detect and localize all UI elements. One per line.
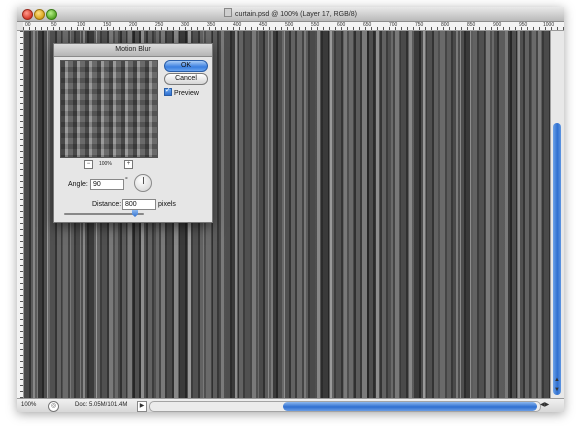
zoom-level-field[interactable]: 100% bbox=[21, 402, 36, 409]
angle-dial-icon[interactable] bbox=[134, 174, 152, 192]
ruler-label: 600 bbox=[337, 22, 346, 28]
distance-slider-thumb[interactable] bbox=[132, 210, 138, 217]
ruler-label: 150 bbox=[103, 22, 112, 28]
degree-symbol: ° bbox=[125, 177, 128, 184]
scroll-left-right-icon[interactable]: ◀▶ bbox=[540, 401, 549, 410]
preview-checkbox-label: Preview bbox=[174, 90, 199, 97]
ruler-label: 50 bbox=[51, 22, 57, 28]
ruler-label: 850 bbox=[467, 22, 476, 28]
ruler-label: 350 bbox=[207, 22, 216, 28]
filter-preview-image[interactable] bbox=[60, 60, 158, 158]
ruler-label: 750 bbox=[415, 22, 424, 28]
document-icon bbox=[224, 8, 233, 17]
ruler-label: 550 bbox=[311, 22, 320, 28]
preview-zoom-percent: 100% bbox=[99, 161, 112, 167]
status-menu-arrow-icon[interactable]: ▶ bbox=[137, 401, 147, 412]
scroll-up-icon[interactable]: ▲ bbox=[554, 377, 560, 384]
angle-input[interactable]: 90 bbox=[90, 179, 124, 190]
dialog-title[interactable]: Motion Blur bbox=[54, 44, 212, 57]
zoom-in-icon[interactable]: + bbox=[124, 160, 133, 169]
distance-label: Distance: bbox=[92, 201, 122, 208]
ruler-label: 300 bbox=[181, 22, 190, 28]
vertical-ruler[interactable] bbox=[17, 31, 24, 398]
horizontal-scroll-thumb[interactable] bbox=[283, 402, 537, 411]
ruler-label: 1000 bbox=[543, 22, 555, 28]
ruler-label: 00 bbox=[25, 22, 31, 28]
ruler-label: 900 bbox=[493, 22, 502, 28]
ruler-label: 450 bbox=[259, 22, 268, 28]
angle-label: Angle: bbox=[68, 181, 88, 188]
checkbox-checked-icon[interactable] bbox=[164, 87, 172, 96]
ruler-label: 250 bbox=[155, 22, 164, 28]
ruler-label: 400 bbox=[233, 22, 242, 28]
distance-unit-label: pixels bbox=[158, 201, 176, 208]
ruler-label: 800 bbox=[441, 22, 450, 28]
zoom-out-icon[interactable]: − bbox=[84, 160, 93, 169]
status-bar: 100% ◎ Doc: 5.05M/101.4M ▶ ◀▶ bbox=[17, 398, 564, 412]
title-bar[interactable]: curtain.psd @ 100% (Layer 17, RGB/8) bbox=[17, 7, 564, 22]
cancel-button[interactable]: Cancel bbox=[164, 73, 208, 85]
ruler-label: 500 bbox=[285, 22, 294, 28]
ruler-label: 650 bbox=[363, 22, 372, 28]
window-title-text: curtain.psd @ 100% (Layer 17, RGB/8) bbox=[235, 11, 357, 18]
vertical-scroll-thumb[interactable] bbox=[553, 123, 561, 395]
horizontal-scrollbar[interactable] bbox=[149, 401, 541, 412]
ruler-label: 200 bbox=[129, 22, 138, 28]
distance-input[interactable]: 800 bbox=[122, 199, 156, 210]
document-size-info: Doc: 5.05M/101.4M bbox=[75, 402, 128, 408]
horizontal-ruler[interactable]: 00 50 100 150 200 250 300 350 400 450 50… bbox=[23, 22, 564, 31]
preview-zoom-controls: − 100% + bbox=[84, 160, 134, 169]
ruler-label: 950 bbox=[519, 22, 528, 28]
vertical-scrollbar[interactable]: ▲ ▼ bbox=[550, 31, 564, 398]
ruler-label: 700 bbox=[389, 22, 398, 28]
preview-checkbox[interactable]: Preview bbox=[164, 87, 199, 98]
info-icon[interactable]: ◎ bbox=[48, 401, 59, 412]
ok-button[interactable]: OK bbox=[164, 60, 208, 72]
scroll-down-icon[interactable]: ▼ bbox=[554, 387, 560, 394]
ruler-label: 100 bbox=[77, 22, 86, 28]
window-title: curtain.psd @ 100% (Layer 17, RGB/8) bbox=[17, 8, 564, 21]
motion-blur-dialog: Motion Blur − 100% + OK Cancel Preview A… bbox=[53, 43, 213, 223]
